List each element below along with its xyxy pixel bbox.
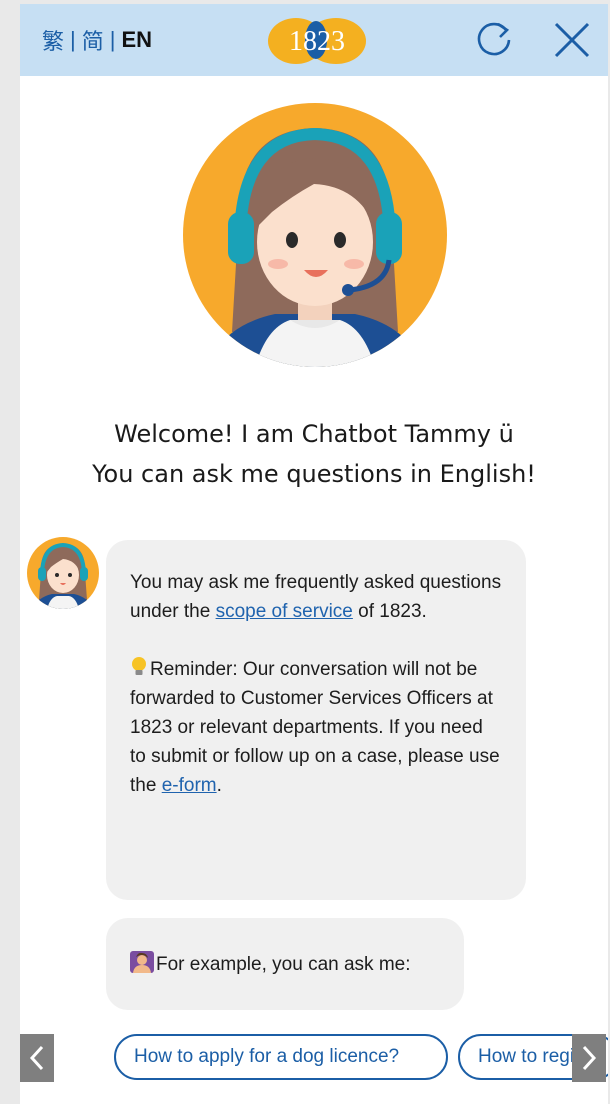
close-icon[interactable] xyxy=(550,18,594,62)
reminder-paragraph: Reminder: Our conversation will not be f… xyxy=(130,655,502,800)
language-switcher: 繁 | 简 | EN xyxy=(42,24,152,56)
chevron-right-icon xyxy=(582,1045,597,1071)
chat-header: 繁 | 简 | EN 1823 xyxy=(20,4,608,76)
lang-simplified-chinese[interactable]: 简 xyxy=(82,24,104,56)
welcome-line-2: You can ask me questions in English! xyxy=(92,460,536,488)
example-text: For example, you can ask me: xyxy=(156,954,411,975)
lang-separator: | xyxy=(70,27,76,52)
suggestion-carousel: How to apply for a dog licence? How to r… xyxy=(20,1026,608,1086)
lang-separator: | xyxy=(109,27,116,52)
scope-of-service-link[interactable]: scope of service xyxy=(216,601,353,622)
bot-avatar xyxy=(27,537,99,609)
chevron-left-icon xyxy=(29,1045,44,1071)
welcome-message: Welcome! I am Chatbot Tammy ü You can as… xyxy=(20,414,608,494)
intro-text-end: of 1823. xyxy=(352,601,427,622)
bot-message-intro: You may ask me frequently asked question… xyxy=(106,540,526,900)
refresh-icon[interactable] xyxy=(472,18,516,62)
welcome-text: Welcome! I am Chatbot Tammy xyxy=(114,420,491,448)
smiley-icon: ü xyxy=(498,420,514,448)
chat-window: 繁 | 简 | EN 1823 Welcome! I am Chatbot Ta… xyxy=(20,4,608,1104)
e-form-link[interactable]: e-form xyxy=(162,775,217,796)
reminder-end: . xyxy=(216,775,222,796)
person-raising-hand-icon xyxy=(130,951,154,973)
welcome-line-1: Welcome! I am Chatbot Tammy ü xyxy=(20,414,608,454)
lightbulb-icon xyxy=(132,657,146,675)
lang-traditional-chinese[interactable]: 繁 xyxy=(42,24,64,56)
logo-1823: 1823 xyxy=(268,18,366,64)
logo-text: 1823 xyxy=(289,26,345,57)
carousel-next-button[interactable] xyxy=(572,1034,606,1082)
intro-paragraph: You may ask me frequently asked question… xyxy=(130,568,502,626)
lang-english[interactable]: EN xyxy=(121,27,152,53)
chatbot-tammy-avatar xyxy=(183,103,447,367)
bot-message-example: For example, you can ask me: xyxy=(106,918,464,1010)
suggestion-chip-dog-licence[interactable]: How to apply for a dog licence? xyxy=(114,1034,448,1080)
carousel-prev-button[interactable] xyxy=(20,1034,54,1082)
